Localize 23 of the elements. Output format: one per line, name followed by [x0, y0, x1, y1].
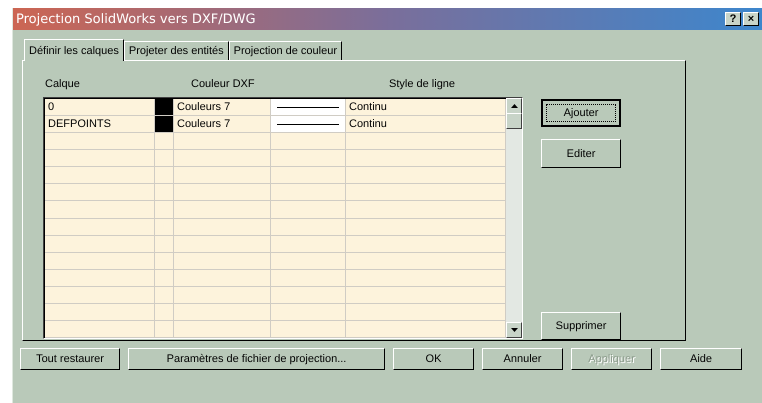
scroll-up-button[interactable]	[506, 98, 522, 114]
window-title: Projection SolidWorks vers DXF/DWG	[16, 12, 256, 26]
tab[interactable]: Projeter des entités	[124, 41, 229, 60]
help-button[interactable]: ?	[725, 12, 741, 26]
scroll-down-icon	[510, 328, 518, 332]
tab[interactable]: Projection de couleur	[228, 41, 342, 60]
edit-button[interactable]: Editer	[541, 139, 621, 168]
column-header: Calque	[44, 78, 81, 90]
dialog-button[interactable]: OK	[393, 348, 474, 370]
dialog-button[interactable]: Aide	[660, 348, 742, 370]
column-header: Style de ligne	[388, 78, 456, 90]
dialog-button[interactable]: Tout restaurer	[20, 348, 120, 370]
scrollbar[interactable]	[506, 98, 522, 338]
tab[interactable]: Définir les calques	[24, 39, 124, 61]
column-header: Couleur DXF	[190, 78, 256, 90]
dialog-button[interactable]: Paramètres de fichier de projection...	[128, 348, 385, 370]
scroll-up-icon	[510, 104, 518, 108]
add-button[interactable]: Ajouter	[541, 99, 621, 128]
scroll-down-button[interactable]	[506, 322, 522, 338]
scroll-thumb[interactable]	[506, 113, 522, 129]
dialog-button[interactable]: Annuler	[482, 348, 563, 370]
close-button[interactable]: ×	[743, 12, 759, 26]
delete-button[interactable]: Supprimer	[541, 312, 621, 340]
